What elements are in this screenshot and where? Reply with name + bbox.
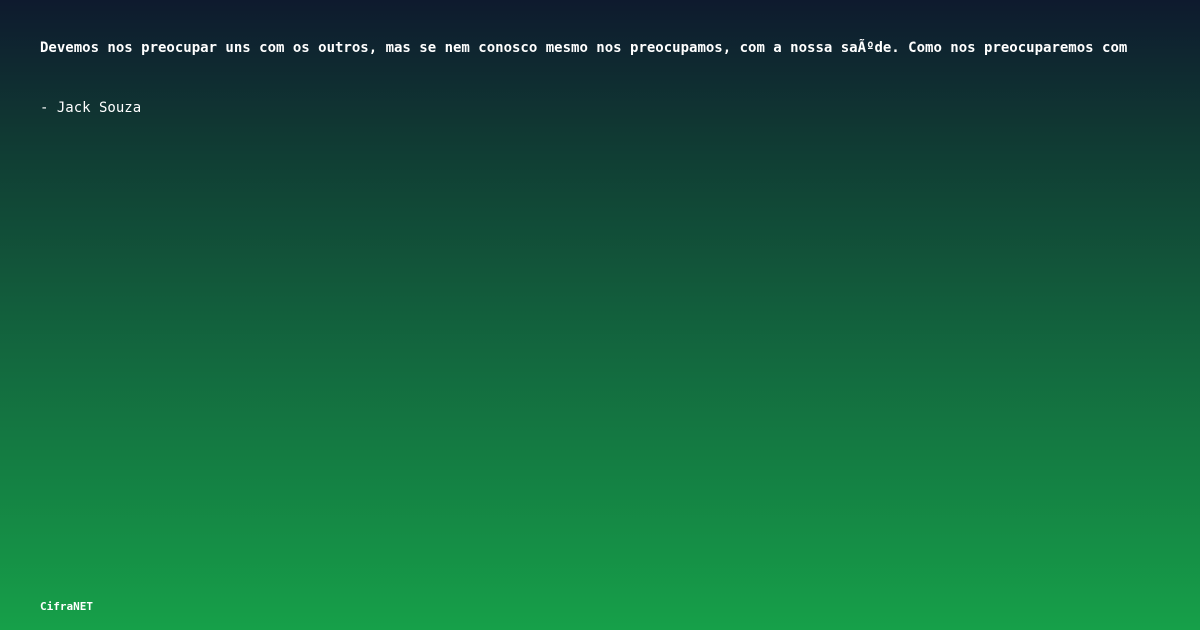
quote-text: Devemos nos preocupar uns com os outros,… xyxy=(40,40,1128,56)
brand-logo-text: CifraNET xyxy=(40,600,93,613)
quote-author: - Jack Souza xyxy=(40,100,142,116)
